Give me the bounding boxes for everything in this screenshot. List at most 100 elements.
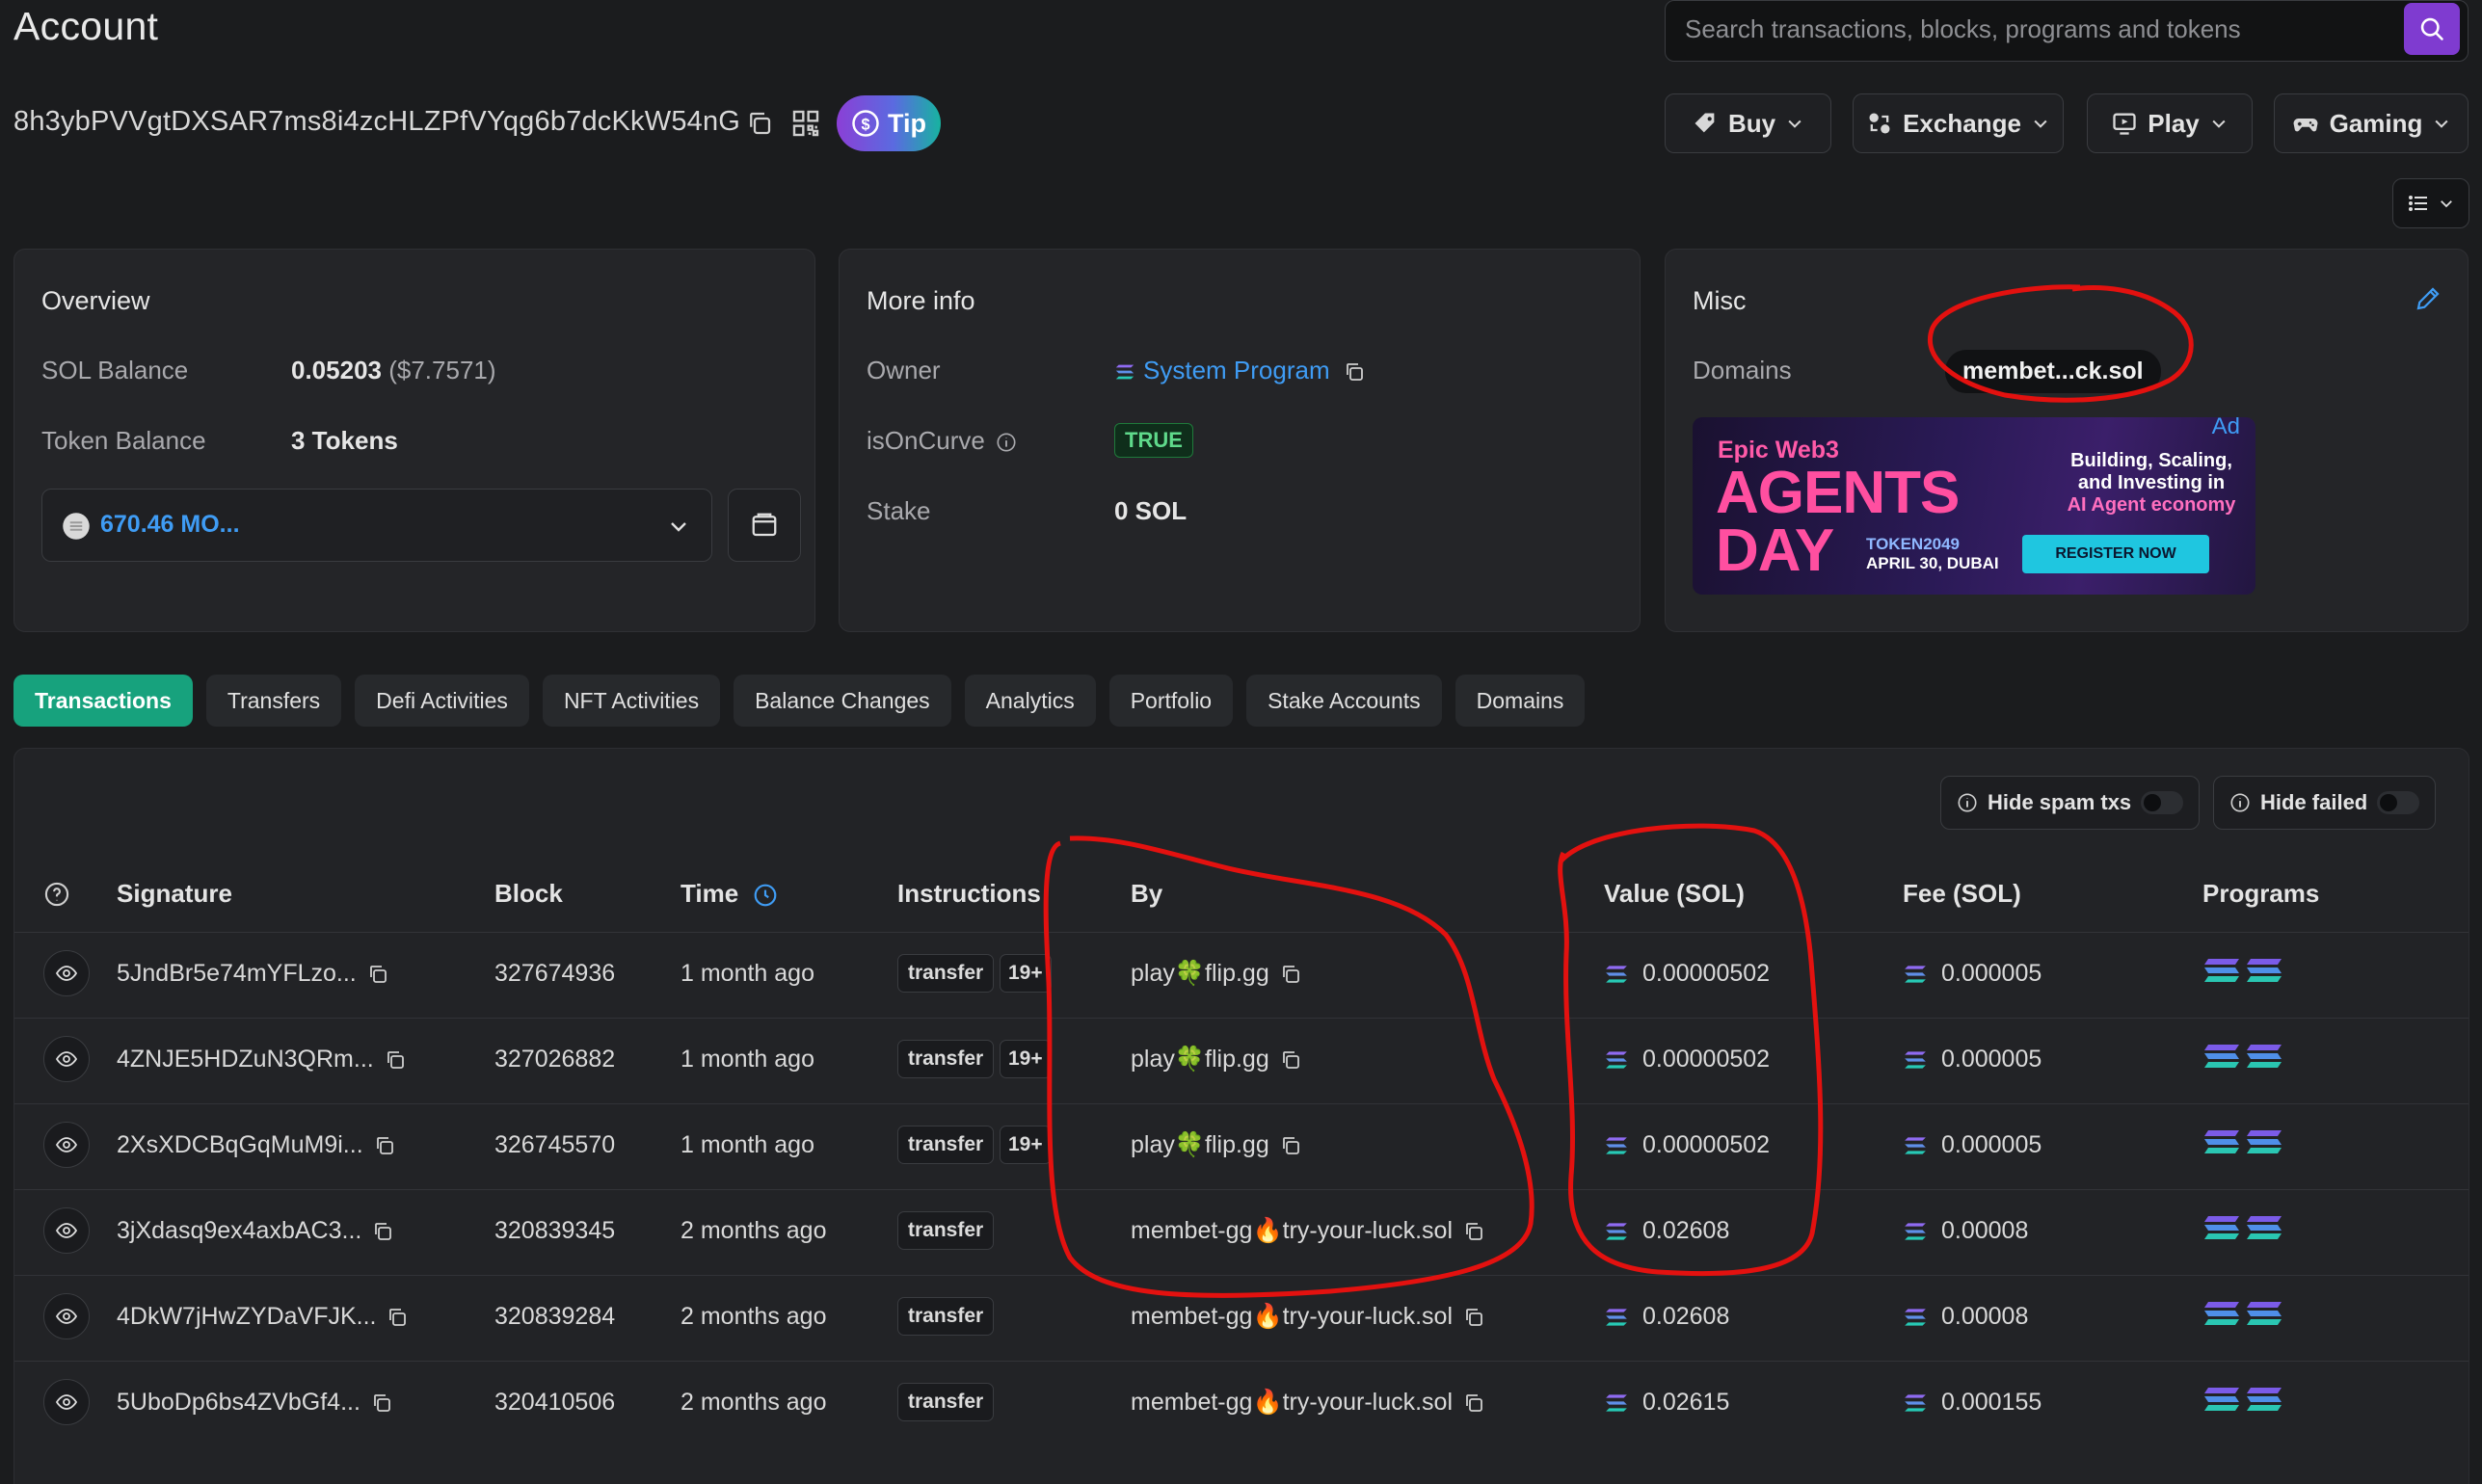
token-wallet-button[interactable] — [728, 489, 801, 562]
block-link[interactable]: 320839345 — [494, 1217, 615, 1245]
play-menu[interactable]: Play — [2087, 93, 2253, 153]
signature-cell[interactable]: 5UboDp6bs4ZVbGf4... — [117, 1389, 393, 1417]
info-icon[interactable] — [996, 432, 1017, 453]
signature-link[interactable]: 3jXdasq9ex4axbAC3... — [117, 1217, 361, 1244]
tab-portfolio[interactable]: Portfolio — [1108, 675, 1234, 727]
copy-icon[interactable] — [386, 1306, 409, 1329]
tab-transactions[interactable]: Transactions — [13, 675, 193, 727]
col-time[interactable]: Time — [681, 879, 778, 909]
instruction-pill[interactable]: transfer — [897, 954, 995, 993]
signature-link[interactable]: 4DkW7jHwZYDaVFJK... — [117, 1303, 376, 1330]
program-icon[interactable] — [2245, 1385, 2283, 1414]
tab-defi-activities[interactable]: Defi Activities — [355, 675, 529, 727]
view-tx-button[interactable] — [43, 1122, 90, 1168]
program-icon[interactable] — [2202, 1127, 2241, 1156]
ad-banner[interactable]: Epic Web3 AGENTS DAY TOKEN2049 APRIL 30,… — [1693, 417, 2255, 595]
copy-icon[interactable] — [371, 1220, 394, 1243]
help-icon[interactable] — [43, 881, 70, 908]
signature-cell[interactable]: 4ZNJE5HDZuN3QRm... — [117, 1046, 407, 1073]
tab-balance-changes[interactable]: Balance Changes — [734, 675, 951, 727]
copy-address-button[interactable] — [742, 106, 777, 141]
copy-icon[interactable] — [366, 963, 389, 986]
view-tx-button[interactable] — [43, 1207, 90, 1254]
gaming-menu[interactable]: Gaming — [2274, 93, 2469, 153]
block-link[interactable]: 326745570 — [494, 1131, 615, 1159]
copy-icon[interactable] — [1279, 1134, 1302, 1157]
instruction-count-pill[interactable]: 19+ — [1000, 954, 1052, 993]
instruction-pill[interactable]: transfer — [897, 1040, 995, 1078]
instruction-pill[interactable]: transfer — [897, 1383, 995, 1421]
domain-chip[interactable]: membet...ck.sol — [1945, 350, 2161, 393]
view-list-toggle[interactable] — [2392, 178, 2469, 228]
signature-link[interactable]: 2XsXDCBqGqMuM9i... — [117, 1131, 363, 1158]
by-cell[interactable]: membet-gg🔥try-your-luck.sol — [1131, 1389, 1485, 1417]
clock-icon[interactable] — [753, 883, 778, 908]
copy-icon[interactable] — [373, 1134, 396, 1157]
copy-icon[interactable] — [1343, 360, 1366, 384]
program-icon[interactable] — [2202, 1299, 2241, 1328]
signature-cell[interactable]: 2XsXDCBqGqMuM9i... — [117, 1131, 396, 1159]
block-link[interactable]: 320839284 — [494, 1303, 615, 1331]
signature-link[interactable]: 5UboDp6bs4ZVbGf4... — [117, 1389, 360, 1416]
token-select[interactable]: 670.46 MO... — [41, 489, 712, 562]
tab-stake-accounts[interactable]: Stake Accounts — [1246, 675, 1442, 727]
block-link[interactable]: 320410506 — [494, 1389, 615, 1417]
tab-transfers[interactable]: Transfers — [205, 675, 342, 727]
hide-spam-toggle[interactable]: Hide spam txs — [1940, 776, 2201, 830]
tip-button[interactable]: $ Tip — [837, 95, 941, 151]
signature-link[interactable]: 5JndBr5e74mYFLzo... — [117, 960, 357, 987]
view-tx-button[interactable] — [43, 1293, 90, 1339]
program-icon[interactable] — [2245, 1299, 2283, 1328]
view-tx-button[interactable] — [43, 1036, 90, 1082]
block-link[interactable]: 327674936 — [494, 960, 615, 988]
copy-icon[interactable] — [384, 1048, 407, 1072]
copy-icon[interactable] — [1279, 963, 1302, 986]
hide-spam-switch[interactable] — [2141, 791, 2184, 814]
block-link[interactable]: 327026882 — [494, 1046, 615, 1073]
copy-icon[interactable] — [1462, 1306, 1485, 1329]
instruction-pill[interactable]: transfer — [897, 1297, 995, 1336]
copy-icon[interactable] — [370, 1391, 393, 1415]
copy-icon[interactable] — [1462, 1220, 1485, 1243]
instruction-count-pill[interactable]: 19+ — [1000, 1126, 1052, 1164]
program-icon[interactable] — [2245, 1042, 2283, 1071]
by-cell[interactable]: membet-gg🔥try-your-luck.sol — [1131, 1217, 1485, 1245]
program-icon[interactable] — [2202, 956, 2241, 985]
by-cell[interactable]: play🍀flip.gg — [1131, 1046, 1302, 1073]
col-programs: Programs — [2202, 879, 2320, 908]
hide-failed-toggle[interactable]: Hide failed — [2213, 776, 2437, 830]
owner-link[interactable]: System Program — [1114, 356, 1366, 385]
search-input[interactable] — [1685, 13, 2379, 45]
instruction-pill[interactable]: transfer — [897, 1211, 995, 1250]
view-tx-button[interactable] — [43, 950, 90, 996]
signature-cell[interactable]: 3jXdasq9ex4axbAC3... — [117, 1217, 394, 1245]
copy-icon[interactable] — [1462, 1391, 1485, 1415]
search-bar[interactable] — [1665, 0, 2469, 62]
program-icon[interactable] — [2202, 1042, 2241, 1071]
program-icon[interactable] — [2245, 956, 2283, 985]
copy-icon[interactable] — [1279, 1048, 1302, 1072]
search-button[interactable] — [2404, 3, 2460, 55]
tab-domains[interactable]: Domains — [1455, 675, 1586, 727]
ad-register-button[interactable]: REGISTER NOW — [2022, 535, 2209, 573]
tab-analytics[interactable]: Analytics — [964, 675, 1096, 727]
by-cell[interactable]: play🍀flip.gg — [1131, 1131, 1302, 1159]
by-cell[interactable]: membet-gg🔥try-your-luck.sol — [1131, 1303, 1485, 1331]
signature-cell[interactable]: 4DkW7jHwZYDaVFJK... — [117, 1303, 409, 1331]
tab-nft-activities[interactable]: NFT Activities — [542, 675, 721, 727]
qr-code-button[interactable] — [788, 106, 823, 141]
by-cell[interactable]: play🍀flip.gg — [1131, 960, 1302, 988]
program-icon[interactable] — [2245, 1213, 2283, 1242]
instruction-pill[interactable]: transfer — [897, 1126, 995, 1164]
instruction-count-pill[interactable]: 19+ — [1000, 1040, 1052, 1078]
signature-cell[interactable]: 5JndBr5e74mYFLzo... — [117, 960, 389, 988]
exchange-menu[interactable]: Exchange — [1853, 93, 2064, 153]
program-icon[interactable] — [2245, 1127, 2283, 1156]
program-icon[interactable] — [2202, 1213, 2241, 1242]
program-icon[interactable] — [2202, 1385, 2241, 1414]
buy-menu[interactable]: Buy — [1665, 93, 1831, 153]
edit-icon[interactable] — [2414, 284, 2442, 313]
hide-failed-switch[interactable] — [2377, 791, 2420, 814]
signature-link[interactable]: 4ZNJE5HDZuN3QRm... — [117, 1046, 374, 1073]
view-tx-button[interactable] — [43, 1379, 90, 1425]
